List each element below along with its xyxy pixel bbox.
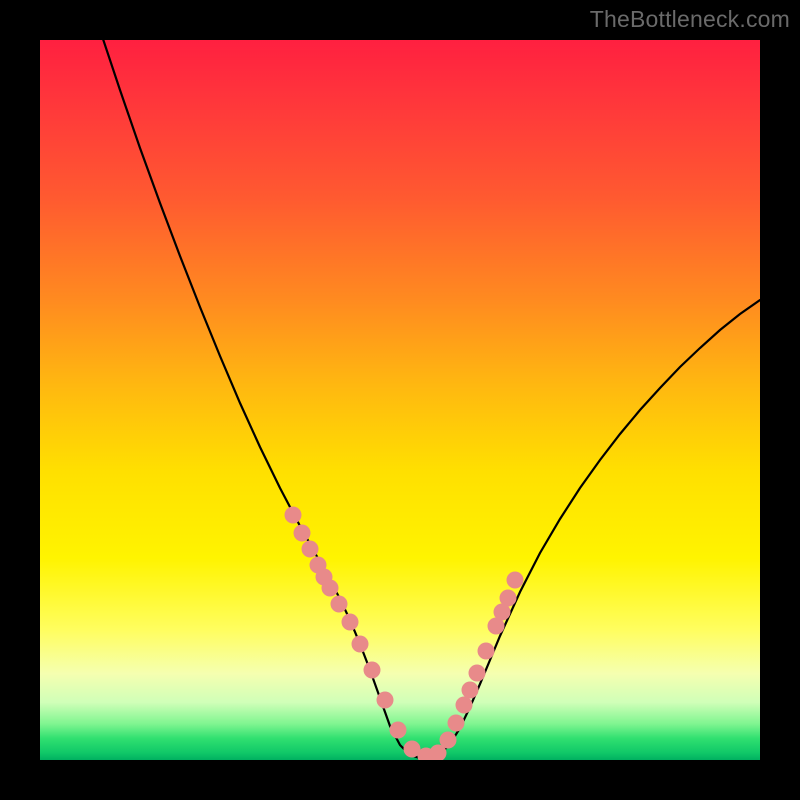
sample-dot bbox=[322, 580, 339, 597]
sample-dot bbox=[294, 525, 311, 542]
sample-dot bbox=[478, 643, 495, 660]
sample-dot bbox=[331, 596, 348, 613]
sample-dot bbox=[456, 697, 473, 714]
sample-dot bbox=[377, 692, 394, 709]
sample-dot bbox=[302, 541, 319, 558]
sample-dot bbox=[352, 636, 369, 653]
sample-dot bbox=[285, 507, 302, 524]
watermark-text: TheBottleneck.com bbox=[590, 6, 790, 33]
sample-dot bbox=[364, 662, 381, 679]
sample-dot bbox=[440, 732, 457, 749]
sample-dot bbox=[342, 614, 359, 631]
sample-dots bbox=[285, 507, 524, 761]
sample-dot bbox=[448, 715, 465, 732]
sample-dot bbox=[462, 682, 479, 699]
sample-dot bbox=[507, 572, 524, 589]
sample-dot bbox=[469, 665, 486, 682]
plot-area bbox=[40, 40, 760, 760]
dots-layer bbox=[40, 40, 760, 760]
sample-dot bbox=[390, 722, 407, 739]
chart-root: TheBottleneck.com bbox=[0, 0, 800, 800]
sample-dot bbox=[500, 590, 517, 607]
